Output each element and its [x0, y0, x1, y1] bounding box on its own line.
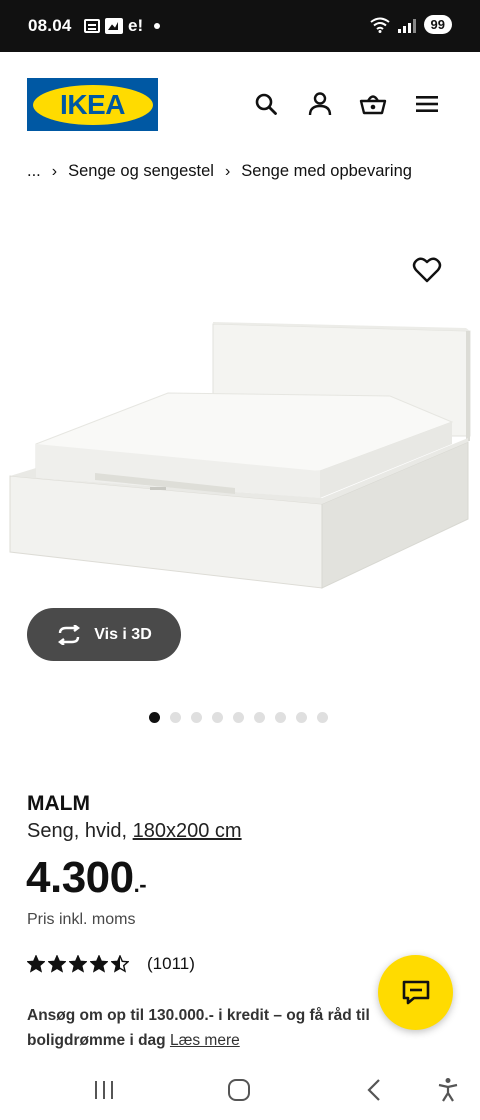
notification-dot-icon — [154, 23, 161, 29]
gallery-icon — [105, 18, 123, 34]
carousel-dot[interactable] — [149, 712, 160, 723]
logo-text: IKEA — [60, 88, 125, 120]
ikea-logo[interactable]: IKEA — [27, 78, 158, 131]
back-icon[interactable] — [360, 1074, 388, 1106]
carousel-dot[interactable] — [170, 712, 181, 723]
breadcrumb: ... › Senge og sengestel › Senge med opb… — [27, 162, 412, 181]
carousel-dot[interactable] — [233, 712, 244, 723]
credit-promo: Ansøg om op til 130.000.- i kredit – og … — [27, 1003, 407, 1053]
chevron-right-icon: › — [51, 162, 58, 180]
wifi-icon — [369, 17, 390, 33]
view-in-3d-label: Vis i 3D — [94, 625, 152, 643]
carousel-dot[interactable] — [296, 712, 307, 723]
news-icon — [84, 19, 100, 33]
carousel-dot[interactable] — [212, 712, 223, 723]
read-more-link[interactable]: Læs mere — [170, 1032, 240, 1049]
carousel-dot[interactable] — [254, 712, 265, 723]
status-time: 08.04 — [28, 16, 72, 35]
site-header: IKEA — [0, 52, 480, 152]
image-carousel-indicator — [149, 712, 328, 723]
star-icon — [90, 955, 108, 973]
carousel-dot[interactable] — [317, 712, 328, 723]
chevron-right-icon: › — [224, 162, 231, 180]
product-price: 4.300.- — [26, 852, 147, 911]
chat-icon — [402, 980, 429, 1004]
vat-note: Pris inkl. moms — [27, 911, 136, 928]
status-right-icons: 99 — [369, 15, 452, 34]
product-description: Seng, hvid, 180x200 cm — [27, 820, 242, 843]
basket-icon[interactable] — [359, 90, 387, 118]
account-icon[interactable] — [306, 90, 334, 118]
star-icon — [27, 955, 45, 973]
status-left-icons: e! — [84, 16, 161, 36]
product-rating[interactable]: (1011) — [27, 954, 195, 974]
product-name: MALM — [27, 792, 90, 815]
home-icon[interactable] — [224, 1074, 254, 1106]
battery-icon: 99 — [423, 15, 452, 34]
review-count: (1011) — [147, 954, 195, 973]
breadcrumb-item-beds[interactable]: Senge og sengestel — [68, 162, 214, 181]
carousel-dot[interactable] — [275, 712, 286, 723]
product-size-link[interactable]: 180x200 cm — [133, 820, 242, 842]
price-value: 4.300 — [26, 853, 134, 902]
signal-icon — [397, 17, 416, 33]
favorite-heart-icon[interactable] — [412, 256, 442, 284]
system-navigation-bar — [0, 1060, 480, 1120]
star-icon — [111, 955, 129, 973]
star-icon — [48, 955, 66, 973]
recent-apps-icon[interactable] — [90, 1074, 118, 1106]
view-in-3d-button[interactable]: Vis i 3D — [27, 608, 181, 661]
rotate-3d-icon — [58, 624, 81, 645]
rating-stars — [27, 955, 129, 973]
accessibility-icon[interactable] — [434, 1074, 462, 1106]
status-app-label: e! — [128, 16, 144, 35]
status-bar: 08.04 e! 99 — [0, 0, 480, 52]
star-icon — [69, 955, 87, 973]
breadcrumb-item-storage-beds[interactable]: Senge med opbevaring — [241, 162, 412, 181]
price-suffix: .- — [133, 872, 147, 897]
search-icon[interactable] — [252, 90, 280, 118]
product-type: Seng, hvid, — [27, 820, 133, 842]
logo-oval: IKEA — [32, 84, 153, 125]
carousel-dot[interactable] — [191, 712, 202, 723]
breadcrumb-ellipsis[interactable]: ... — [27, 162, 41, 181]
chat-button[interactable] — [378, 955, 453, 1030]
menu-icon[interactable] — [413, 90, 441, 118]
